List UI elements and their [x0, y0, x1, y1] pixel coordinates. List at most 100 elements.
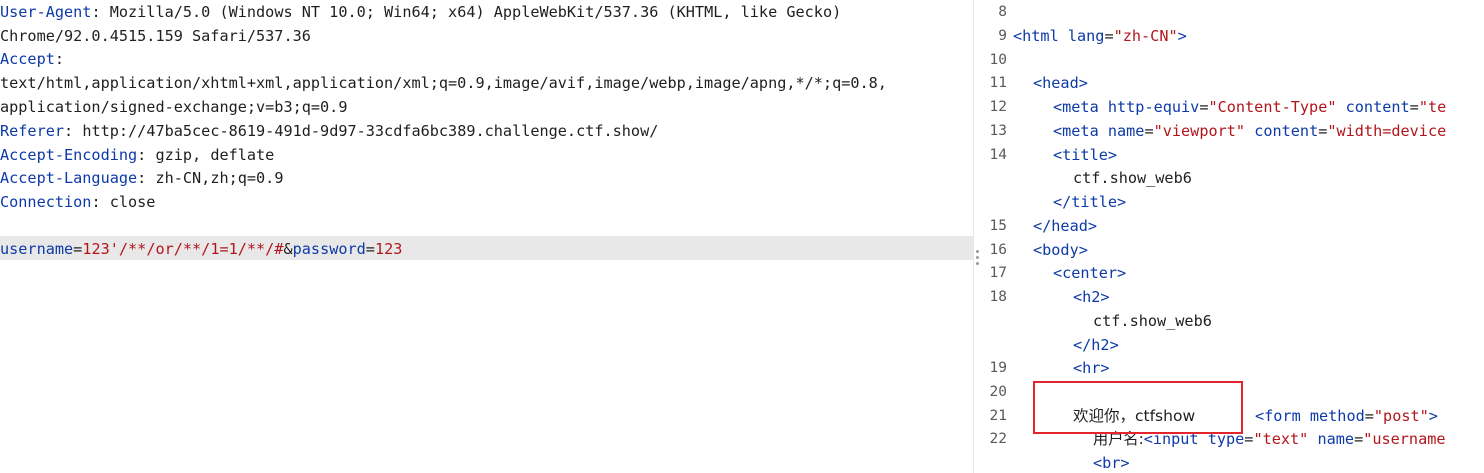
request-line-accept-language: Accept-Language: zh-CN,zh;q=0.9: [0, 166, 283, 190]
tag: <hr>: [1073, 359, 1110, 377]
request-line-user-agent-cont: Chrome/92.0.4515.159 Safari/537.36: [0, 24, 311, 48]
code-form-open: <form method="post">: [1255, 404, 1438, 428]
attr: name: [1107, 122, 1145, 140]
line-number: 9: [998, 28, 1007, 44]
attr-value: "Content-Type": [1208, 98, 1337, 116]
line-number: 13: [989, 123, 1007, 139]
tag: </h2>: [1073, 336, 1119, 354]
line-number: 8: [998, 4, 1007, 20]
attr: method: [1309, 407, 1365, 425]
header-value: close: [109, 193, 156, 211]
code-title-close: </title>: [1053, 190, 1126, 214]
header-key: User-Agent: [0, 3, 92, 21]
attr-value: "text": [1253, 430, 1309, 448]
eq: =: [1144, 122, 1154, 140]
code-h2-open: <h2>: [1073, 285, 1110, 309]
attr-value: "te: [1418, 98, 1447, 116]
line-number: 19: [989, 360, 1007, 376]
attr: http-equiv: [1107, 98, 1200, 116]
request-line-accept-encoding: Accept-Encoding: gzip, deflate: [0, 143, 274, 167]
eq: =: [1354, 430, 1364, 448]
header-value: http://47ba5cec-8619-491d-9d97-33cdfa6bc…: [82, 122, 659, 140]
header-value: zh-CN,zh;q=0.9: [155, 169, 284, 187]
request-line-user-agent: User-Agent: Mozilla/5.0 (Windows NT 10.0…: [0, 0, 841, 24]
attr: name: [1317, 430, 1355, 448]
tag: <body>: [1033, 241, 1088, 259]
tag: <html: [1013, 27, 1059, 45]
tag: </head>: [1033, 217, 1098, 235]
code-title-text: ctf.show_web6: [1073, 169, 1192, 187]
header-sep: :: [137, 169, 156, 187]
eq: =: [1409, 98, 1419, 116]
code-title-open: <title>: [1053, 143, 1117, 167]
tag: <h2>: [1073, 288, 1110, 306]
line-number: 10: [989, 52, 1007, 68]
header-key: Connection: [0, 193, 92, 211]
header-value: application/signed-exchange;v=b3;q=0.9: [0, 98, 348, 116]
splitter-grip-icon[interactable]: [976, 250, 979, 268]
attr-value: "width=device: [1327, 122, 1447, 140]
header-value: Mozilla/5.0 (Windows NT 10.0; Win64; x64…: [109, 3, 842, 21]
attr-value: "username: [1363, 430, 1446, 448]
line-number: 16: [989, 242, 1007, 258]
request-body[interactable]: username=123'/**/or/**/1=1/**/#&password…: [0, 237, 402, 261]
code-head-open: <head>: [1033, 71, 1088, 95]
body-param-value: 123'/**/or/**/1=1/**/#: [82, 240, 284, 258]
eq: =: [1318, 122, 1328, 140]
line-number: 12: [989, 99, 1007, 115]
line-number: 17: [989, 265, 1007, 281]
header-value: gzip, deflate: [155, 146, 275, 164]
header-key: Accept-Encoding: [0, 146, 138, 164]
code-br: <br>: [1093, 451, 1130, 473]
attr: content: [1345, 98, 1410, 116]
code-html-open: <html lang="zh-CN">: [1013, 24, 1187, 48]
eq: =: [1364, 407, 1374, 425]
header-sep: :: [54, 50, 65, 68]
request-line-referer: Referer: http://47ba5cec-8619-491d-9d97-…: [0, 119, 658, 143]
request-line-accept: Accept:: [0, 47, 64, 71]
code-center-open: <center>: [1053, 261, 1126, 285]
code-meta-viewport: <meta name="viewport" content="width=dev…: [1053, 119, 1446, 143]
request-line-accept-value: text/html,application/xhtml+xml,applicat…: [0, 71, 887, 95]
tag: <center>: [1053, 264, 1127, 282]
attr-value: "viewport": [1153, 122, 1246, 140]
tag: <head>: [1033, 74, 1088, 92]
header-value: text/html,application/xhtml+xml,applicat…: [0, 74, 887, 92]
header-sep: :: [137, 146, 156, 164]
line-number: 22: [989, 431, 1007, 447]
code-hr: <hr>: [1073, 356, 1110, 380]
attr-value: "zh-CN": [1113, 27, 1178, 45]
body-param-value: 123: [374, 240, 403, 258]
tag: <meta: [1053, 122, 1099, 140]
tag: </title>: [1053, 193, 1127, 211]
tag: >: [1177, 27, 1187, 45]
tag: <meta: [1053, 98, 1099, 116]
body-param-name: password: [292, 240, 366, 258]
tag: <form: [1255, 407, 1301, 425]
header-sep: :: [64, 122, 83, 140]
request-line-connection: Connection: close: [0, 190, 155, 214]
annotation-highlight-box: [1033, 381, 1243, 434]
request-line-accept-value-cont: application/signed-exchange;v=b3;q=0.9: [0, 95, 347, 119]
line-number: 11: [989, 75, 1007, 91]
line-number: 15: [989, 218, 1007, 234]
attr-value: "post": [1373, 407, 1429, 425]
header-sep: :: [91, 3, 110, 21]
body-amp: &: [283, 240, 293, 258]
line-number: 18: [989, 289, 1007, 305]
line-number: 21: [989, 408, 1007, 424]
header-key: Referer: [0, 122, 65, 140]
code-body-open: <body>: [1033, 238, 1088, 262]
body-eq: =: [73, 240, 83, 258]
header-key: Accept-Language: [0, 169, 138, 187]
request-editor[interactable]: User-Agent: Mozilla/5.0 (Windows NT 10.0…: [0, 0, 973, 473]
header-value: Chrome/92.0.4515.159 Safari/537.36: [0, 27, 311, 45]
header-sep: :: [91, 193, 110, 211]
tag: >: [1428, 407, 1438, 425]
code-h2-text: ctf.show_web6: [1093, 312, 1212, 330]
line-number: 20: [989, 384, 1007, 400]
header-key: Accept: [0, 50, 55, 68]
attr: lang: [1067, 27, 1105, 45]
code-h2-close: </h2>: [1073, 333, 1119, 357]
tag: <br>: [1093, 454, 1130, 472]
